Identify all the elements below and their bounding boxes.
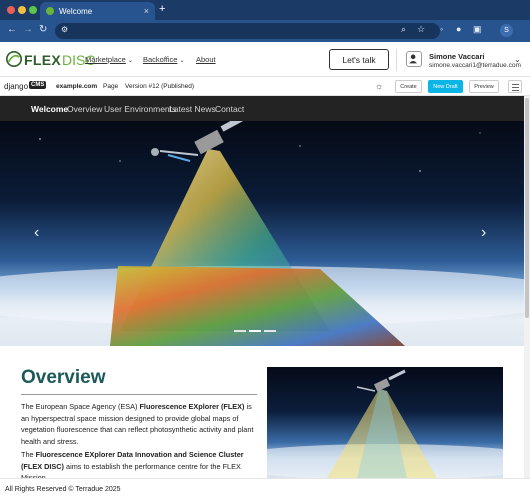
create-button[interactable]: Create — [395, 80, 422, 93]
close-window-dot[interactable] — [7, 6, 15, 14]
cms-site-menu[interactable]: example.com — [56, 83, 97, 90]
cms-version-menu[interactable]: Version #12 (Published) — [125, 83, 194, 90]
extension-icon[interactable]: ◦ — [440, 24, 443, 34]
user-email: simone.vaccari1@terradue.com — [429, 62, 521, 69]
nav-welcome[interactable]: Welcome — [31, 104, 68, 114]
lets-talk-button[interactable]: Let's talk — [329, 49, 389, 70]
cms-badge[interactable]: CMS — [29, 81, 47, 89]
menu-backoffice[interactable]: Backoffice ⌄ — [143, 55, 185, 64]
site-nav: Welcome Overview User Environments Lates… — [0, 96, 530, 121]
overview-p1-bold: Fluorescence EXplorer (FLEX) — [139, 402, 245, 411]
puzzle-icon[interactable]: ▣ — [473, 24, 482, 35]
site-settings-icon[interactable]: ⚙ — [61, 25, 68, 34]
overview-satellite-image — [267, 367, 503, 478]
menu-marketplace[interactable]: Marketplace ⌄ — [85, 55, 133, 64]
zoom-icon[interactable]: ⌕ — [401, 24, 406, 35]
carousel-next-icon[interactable]: › — [481, 224, 486, 242]
menu-marketplace-label: Marketplace — [85, 55, 126, 64]
carousel-indicator[interactable] — [249, 330, 261, 332]
minimize-window-dot[interactable] — [18, 6, 26, 14]
hero-carousel: ‹ › — [0, 121, 524, 346]
page-scrollbar-thumb[interactable] — [525, 98, 529, 318]
carousel-indicator[interactable] — [264, 330, 276, 332]
nav-latest-news[interactable]: Latest News — [169, 104, 216, 114]
tab-title: Welcome — [59, 6, 93, 16]
footer-copyright: All Rights Reserved © Terradue 2025 — [5, 486, 121, 493]
user-name: Simone Vaccari — [429, 52, 485, 61]
user-avatar-icon[interactable] — [406, 51, 422, 67]
cms-menu-icon[interactable] — [508, 80, 522, 93]
browser-toolbar: ← → ↻ ⚙ ⌕ ☆ ◦ ● ▣ S — [0, 20, 530, 42]
carousel-indicator[interactable] — [234, 330, 246, 332]
new-tab-button[interactable]: + — [159, 3, 165, 15]
overview-p2-text: The — [21, 450, 36, 459]
browser-tab[interactable]: Welcome × — [40, 2, 155, 20]
address-input[interactable]: ⚙ — [55, 23, 440, 39]
menu-backoffice-label: Backoffice — [143, 55, 178, 64]
overview-heading: Overview — [21, 367, 106, 388]
flex-disc-logo-icon[interactable] — [5, 50, 23, 68]
chevron-down-icon: ⌄ — [127, 58, 133, 64]
overview-image-art — [267, 369, 503, 478]
forward-arrow-icon[interactable]: → — [23, 24, 33, 35]
preview-button[interactable]: Preview — [469, 80, 499, 93]
header-divider — [396, 49, 397, 71]
carousel-prev-icon[interactable]: ‹ — [34, 224, 39, 242]
profile-avatar[interactable]: S — [500, 24, 513, 37]
site-footer: All Rights Reserved © Terradue 2025 — [0, 478, 530, 500]
user-menu-chevron-icon[interactable]: ⌄ — [514, 55, 521, 64]
cms-toolbar: django CMS example.com Page Version #12 … — [0, 77, 530, 96]
cms-page-menu[interactable]: Page — [103, 83, 118, 90]
maximize-window-dot[interactable] — [29, 6, 37, 14]
favicon-icon — [46, 7, 54, 15]
nav-user-environments[interactable]: User Environments — [104, 104, 176, 114]
site-header: FLEX DISC Marketplace ⌄ Backoffice ⌄ About… — [0, 42, 530, 77]
close-tab-icon[interactable]: × — [144, 6, 149, 16]
reload-icon[interactable]: ↻ — [39, 24, 47, 35]
bookmark-star-icon[interactable]: ☆ — [417, 24, 425, 35]
logo-flex-text[interactable]: FLEX — [24, 52, 61, 68]
nav-overview[interactable]: Overview — [67, 104, 102, 114]
overview-p1-text: The European Space Agency (ESA) — [21, 402, 140, 411]
chevron-down-icon: ⌄ — [179, 58, 185, 64]
browser-tab-bar: Welcome × + — [0, 0, 530, 20]
theme-sun-icon[interactable]: ☼ — [375, 81, 383, 91]
menu-about[interactable]: About — [196, 55, 216, 64]
django-logo-text[interactable]: django — [4, 82, 28, 91]
satellite-illustration — [0, 121, 524, 346]
overview-divider — [21, 394, 257, 395]
overview-paragraph-1: The European Space Agency (ESA) Fluoresc… — [21, 401, 261, 447]
shield-icon[interactable]: ● — [456, 24, 461, 34]
new-draft-button[interactable]: New Draft — [428, 80, 463, 93]
nav-contact[interactable]: Contact — [215, 104, 244, 114]
back-arrow-icon[interactable]: ← — [7, 24, 17, 35]
